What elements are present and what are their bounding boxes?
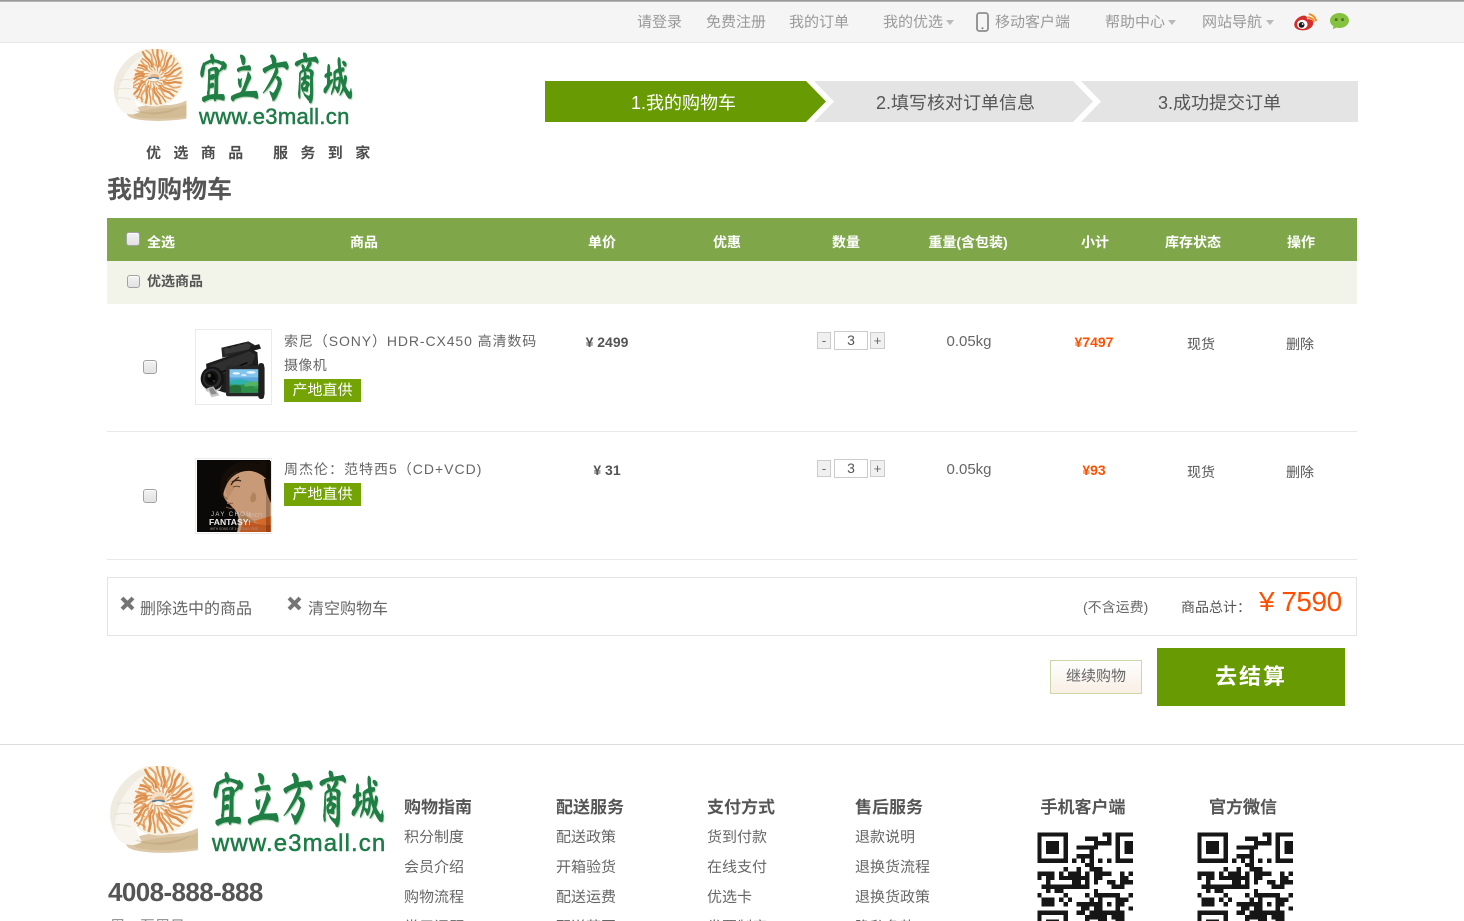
svg-text:LOVE: LOVE [247,511,262,517]
svg-text:WITH SONG OF 1+1 ONLY ONE: WITH SONG OF 1+1 ONLY ONE [210,527,258,531]
svg-text:FANTASY!: FANTASY! [209,517,250,527]
